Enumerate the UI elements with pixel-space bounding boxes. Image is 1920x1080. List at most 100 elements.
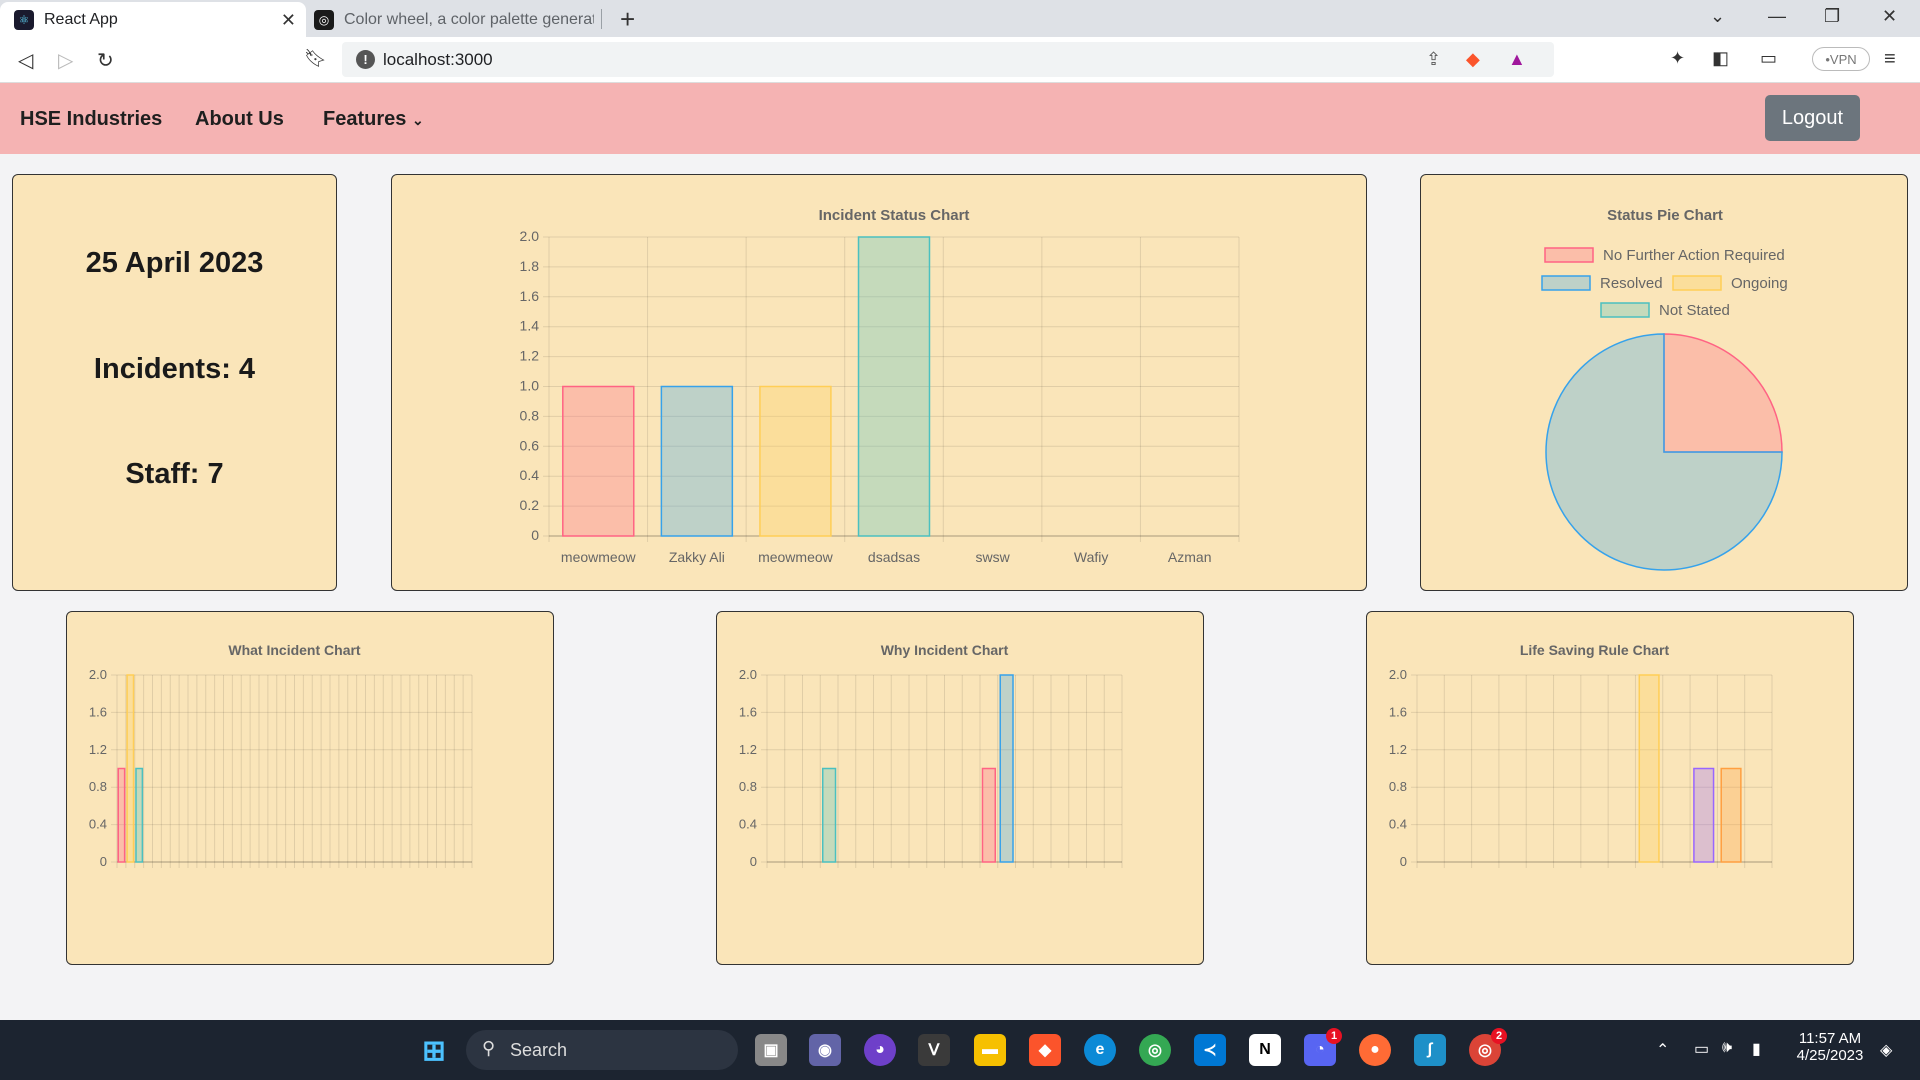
y-tick-label: 1.4 xyxy=(520,318,540,334)
browser-tab-bar: ⚛ React App ✕ ◎ Color wheel, a color pal… xyxy=(0,0,1920,37)
y-tick-label: 2.0 xyxy=(520,228,540,244)
y-tick-label: 1.0 xyxy=(520,378,540,394)
logout-button[interactable]: Logout xyxy=(1765,95,1860,141)
site-info-icon[interactable]: ! xyxy=(356,50,375,69)
y-tick-label: 1.6 xyxy=(89,704,107,719)
task-view-icon[interactable]: ▣ xyxy=(755,1034,787,1066)
y-tick-label: 0.8 xyxy=(1389,779,1407,794)
volume-icon[interactable]: 🕪︎ xyxy=(1722,1039,1732,1057)
y-tick-label: 1.6 xyxy=(1389,704,1407,719)
clock[interactable]: 11:57 AM 4/25/2023 xyxy=(1790,1030,1870,1064)
battery-icon[interactable]: ▮ xyxy=(1752,1039,1761,1059)
close-tab-icon[interactable]: ✕ xyxy=(281,10,296,31)
brand-link[interactable]: HSE Industries xyxy=(20,108,162,131)
why-incident-card: Why Incident Chart 2.0 1.6 1.2 0.8 0.4 0 xyxy=(716,611,1204,965)
github-icon[interactable]: ◕ xyxy=(864,1034,896,1066)
tray-chevron-icon[interactable]: ⌃ xyxy=(1656,1040,1669,1060)
windows-start-icon[interactable]: ⊞ xyxy=(418,1034,450,1066)
legend-swatch xyxy=(1544,247,1594,263)
what-incident-chart: What Incident Chart 2.0 1.6 1.2 0.8 0.4 0 xyxy=(89,642,473,869)
chart-title: Incident Status Chart xyxy=(819,207,970,224)
chart-title: Life Saving Rule Chart xyxy=(1520,642,1670,658)
search-label: Search xyxy=(510,1039,568,1060)
wallet-icon[interactable]: ▭ xyxy=(1760,48,1777,69)
y-tick-label: 0.6 xyxy=(520,437,540,453)
status-pie-chart: Status Pie Chart No Further Action Requir… xyxy=(1541,207,1788,571)
chrome-profile-icon[interactable]: ◎ 2 xyxy=(1469,1028,1507,1066)
tab-search-chevron-icon[interactable]: ⌄ xyxy=(1710,6,1725,27)
why-incident-chart: Why Incident Chart 2.0 1.6 1.2 0.8 0.4 0 xyxy=(739,642,1123,869)
discord-icon[interactable]: ◔ 1 xyxy=(1304,1028,1342,1066)
browser-toolbar: ◁ ▷ ↻ 🔖︎ ! localhost:3000 ⇪ ◆ ▲ ✦ ◧ ▭ • … xyxy=(0,37,1920,83)
teams-icon[interactable]: ◉ xyxy=(809,1034,841,1066)
vpn-button[interactable]: • VPN xyxy=(1812,47,1870,71)
incident-status-card: Incident Status Chart 2.0 1.8 1.6 1.4 1.2 1.0 0… xyxy=(391,174,1367,591)
taskbar-search[interactable]: ⚲ Search xyxy=(466,1030,738,1070)
about-us-link[interactable]: About Us xyxy=(195,108,284,131)
date-display: 25 April 2023 xyxy=(85,247,264,279)
back-icon[interactable]: ◁ xyxy=(18,48,33,73)
edge-icon[interactable]: e xyxy=(1084,1034,1116,1066)
y-tick-label: 0.4 xyxy=(89,817,107,832)
brave-browser-icon[interactable]: ◆ xyxy=(1029,1034,1061,1066)
x-tick-label: meowmeow xyxy=(561,549,637,565)
y-tick-label: 1.6 xyxy=(739,704,757,719)
status-pie-card: Status Pie Chart No Further Action Requir… xyxy=(1420,174,1908,591)
share-icon[interactable]: ⇪ xyxy=(1426,49,1441,70)
notion-icon[interactable]: N xyxy=(1249,1034,1281,1066)
legend-label: Resolved xyxy=(1600,275,1663,292)
clock-time: 11:57 AM xyxy=(1798,1030,1862,1047)
postman-icon[interactable]: ● xyxy=(1359,1034,1391,1066)
new-tab-icon[interactable]: + xyxy=(620,4,635,35)
bookmark-icon[interactable]: 🔖︎ xyxy=(304,48,327,69)
features-dropdown[interactable]: Features ⌄ xyxy=(323,108,424,131)
incident-status-chart: Incident Status Chart 2.0 1.8 1.6 1.4 1.2 1.0 0… xyxy=(520,207,1240,565)
tab-separator xyxy=(601,9,602,29)
address-bar[interactable]: ! localhost:3000 ⇪ ◆ ▲ xyxy=(342,42,1554,77)
minimize-icon[interactable]: — xyxy=(1768,6,1786,27)
menu-icon[interactable]: ≡ xyxy=(1884,48,1896,71)
y-tick-label: 0.8 xyxy=(739,779,757,794)
clock-date: 4/25/2023 xyxy=(1796,1047,1864,1064)
file-explorer-icon[interactable]: ▬ xyxy=(974,1034,1006,1066)
y-tick-label: 0.4 xyxy=(520,467,540,483)
signal-app-icon[interactable]: ∫ xyxy=(1414,1034,1446,1066)
life-saving-rule-chart: Life Saving Rule Chart 2.0 1.6 1.2 0.8 0.4 0 xyxy=(1389,642,1773,869)
url-text[interactable]: localhost:3000 xyxy=(383,50,493,70)
notification-icon[interactable]: ◈ xyxy=(1880,1040,1892,1060)
y-tick-label: 0 xyxy=(750,854,757,869)
sidebar-icon[interactable]: ◧ xyxy=(1712,48,1729,69)
y-tick-label: 1.2 xyxy=(89,742,107,757)
legend-label: Not Stated xyxy=(1659,302,1730,319)
y-tick-label: 1.6 xyxy=(520,288,540,304)
y-tick-label: 1.2 xyxy=(520,348,540,364)
react-favicon-icon: ⚛ xyxy=(14,9,34,30)
color-wheel-favicon-icon: ◎ xyxy=(314,9,334,30)
legend-swatch xyxy=(1541,275,1591,291)
bar xyxy=(135,767,144,863)
brave-rewards-icon[interactable]: ▲ xyxy=(1508,49,1526,70)
brave-shield-icon[interactable]: ◆ xyxy=(1466,49,1480,70)
tab-react-app[interactable]: ⚛ React App ✕ xyxy=(0,2,306,37)
close-window-icon[interactable]: ✕ xyxy=(1882,6,1897,27)
bar xyxy=(857,236,931,537)
y-tick-label: 1.8 xyxy=(520,258,540,274)
forward-icon[interactable]: ▷ xyxy=(58,48,73,73)
vscode-icon[interactable]: ≺ xyxy=(1194,1034,1226,1066)
bar xyxy=(1693,767,1715,863)
what-incident-card: What Incident Chart 2.0 1.6 1.2 0.8 0.4 0 xyxy=(66,611,554,965)
y-tick-label: 0.2 xyxy=(520,497,540,513)
network-icon[interactable]: ▭ xyxy=(1694,1039,1709,1059)
reload-icon[interactable]: ↻ xyxy=(97,48,114,73)
restore-icon[interactable]: ❐ xyxy=(1824,6,1840,27)
bar xyxy=(981,767,997,863)
chrome-icon[interactable]: ◎ xyxy=(1139,1034,1171,1066)
extensions-icon[interactable]: ✦ xyxy=(1670,48,1685,69)
chart-title: Status Pie Chart xyxy=(1607,207,1723,224)
x-tick-label: meowmeow xyxy=(758,549,834,565)
tab-color-wheel[interactable]: ◎ Color wheel, a color palette generator xyxy=(308,2,603,37)
staff-count: Staff: 7 xyxy=(125,458,224,490)
chart-title: Why Incident Chart xyxy=(881,642,1009,658)
legend-swatch xyxy=(1600,302,1650,318)
predator-sense-icon[interactable]: ᐯ xyxy=(918,1034,950,1066)
